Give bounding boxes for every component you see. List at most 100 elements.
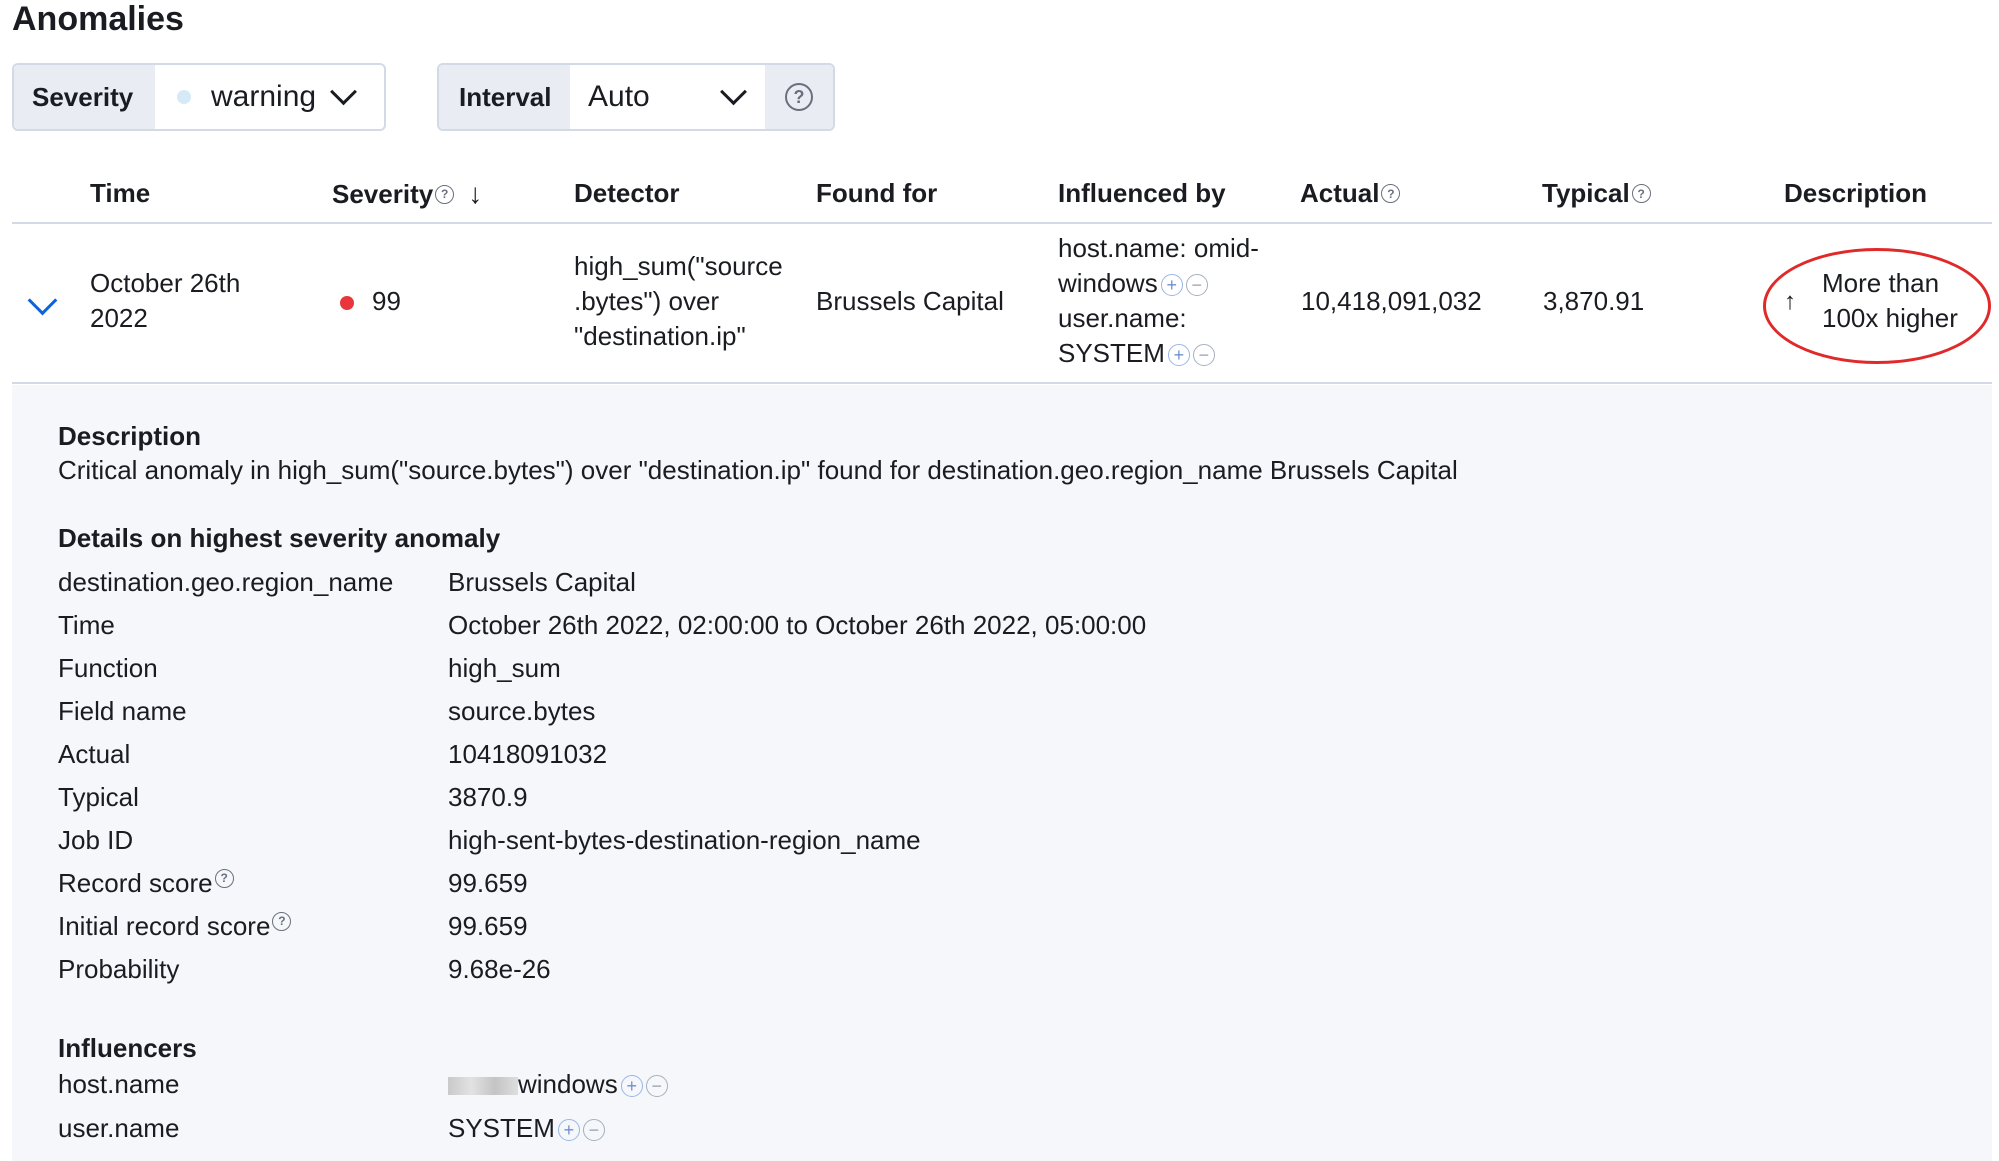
column-header-influenced-by[interactable]: Influenced by xyxy=(1058,178,1226,209)
chevron-down-icon xyxy=(330,77,357,105)
column-header-actual[interactable]: Actual ? xyxy=(1300,178,1401,209)
critical-severity-dot-icon xyxy=(340,296,354,311)
column-header-time[interactable]: Time xyxy=(90,178,150,209)
description-section-title: Description xyxy=(58,421,202,451)
filter-for-value-plus-icon[interactable]: + xyxy=(1167,344,1190,367)
detail-label: Actual xyxy=(58,739,131,769)
redacted-text xyxy=(448,1077,518,1096)
influencer-host-line1: host.name: omid- xyxy=(1058,233,1259,263)
cell-severity: 99 xyxy=(340,284,401,319)
severity-filter-label: Severity xyxy=(14,65,155,129)
influencer-host-line2: windows + − xyxy=(1058,266,1259,301)
cell-typical: 3,870.91 xyxy=(1543,286,1645,316)
severity-select-value: warning xyxy=(211,80,317,113)
severity-filter[interactable]: Severity warning xyxy=(12,63,386,131)
filter-for-value-plus-icon[interactable]: + xyxy=(557,1119,580,1142)
interval-filter-label: Interval xyxy=(439,65,570,129)
cell-found-for: Brussels Capital xyxy=(816,286,1004,316)
detail-label: destination.geo.region_name xyxy=(58,567,394,597)
row-divider xyxy=(12,382,1992,384)
page-title: Anomalies xyxy=(12,0,184,38)
collapse-row-chevron-icon[interactable] xyxy=(27,285,58,316)
detail-value: high_sum xyxy=(448,653,561,683)
sort-descending-icon[interactable]: ↓ xyxy=(468,178,482,210)
detail-value: high-sent-bytes-destination-region_name xyxy=(448,825,921,855)
question-icon: ? xyxy=(1631,184,1651,203)
detail-value: 3870.9 xyxy=(448,782,528,812)
interval-help-button[interactable]: ? xyxy=(765,65,833,129)
influencer-user-value: SYSTEM xyxy=(1058,338,1165,368)
warning-dot-icon xyxy=(177,90,191,104)
column-header-found-for-label: Found for xyxy=(816,178,938,208)
column-header-description[interactable]: Description xyxy=(1784,178,1927,209)
detail-value: 99.659 xyxy=(448,868,528,898)
filter-for-value-plus-icon[interactable]: + xyxy=(620,1075,643,1098)
detail-label: Initial record score xyxy=(58,911,271,941)
detail-label-with-help: Record score? xyxy=(58,868,234,899)
detail-value: 99.659 xyxy=(448,911,528,941)
column-header-detector[interactable]: Detector xyxy=(574,178,679,209)
description-text: Critical anomaly in high_sum("source.byt… xyxy=(58,455,1458,485)
question-icon: ? xyxy=(1381,184,1401,203)
severity-select[interactable]: warning xyxy=(155,65,384,129)
influencers-section-title: Influencers xyxy=(58,1033,197,1063)
detail-label: Time xyxy=(58,610,115,640)
question-icon: ? xyxy=(785,83,813,111)
cell-time: October 26th 2022 xyxy=(90,266,240,336)
cell-time-line2: 2022 xyxy=(90,303,148,333)
cell-severity-value: 99 xyxy=(372,286,401,316)
question-icon: ? xyxy=(435,184,455,204)
influencer-label: user.name xyxy=(58,1113,180,1143)
cell-detector-line3: "destination.ip" xyxy=(574,321,746,351)
detail-label: Field name xyxy=(58,696,187,726)
detail-label: Function xyxy=(58,653,158,683)
detail-label: Probability xyxy=(58,954,180,984)
cell-detector: high_sum("source .bytes") over "destinat… xyxy=(574,249,783,354)
details-section-title: Details on highest severity anomaly xyxy=(58,523,501,553)
column-header-found-for[interactable]: Found for xyxy=(816,178,937,209)
column-header-description-label: Description xyxy=(1784,178,1928,208)
column-header-influenced-by-label: Influenced by xyxy=(1058,178,1226,208)
question-icon: ? xyxy=(214,868,234,888)
interval-filter[interactable]: Interval Auto ? xyxy=(437,63,835,131)
filter-out-value-minus-icon[interactable]: − xyxy=(582,1119,605,1142)
column-header-severity[interactable]: Severity ? ↓ xyxy=(332,178,482,210)
cell-actual: 10,418,091,032 xyxy=(1301,286,1482,316)
detail-label: Job ID xyxy=(58,825,134,855)
cell-detector-line2: .bytes") over xyxy=(574,286,720,316)
interval-select-value: Auto xyxy=(588,80,650,113)
detail-value: 9.68e-26 xyxy=(448,954,551,984)
influencer-user-line2: SYSTEM + − xyxy=(1058,336,1259,371)
interval-select[interactable]: Auto xyxy=(570,65,765,129)
detail-label: Record score xyxy=(58,868,213,898)
influencer-label: host.name xyxy=(58,1069,180,1099)
influencer-host-value: windows xyxy=(1058,268,1158,298)
filter-out-value-minus-icon[interactable]: − xyxy=(1185,274,1208,297)
cell-detector-line1: high_sum("source xyxy=(574,251,783,281)
red-circle-annotation xyxy=(1763,248,1991,364)
cell-influenced-by: host.name: omid- windows + − user.name: SY… xyxy=(1058,231,1259,371)
influencer-value: SYSTEM xyxy=(448,1113,555,1143)
column-header-severity-label: Severity xyxy=(332,178,434,209)
expanded-row-panel: Description Critical anomaly in high_sum… xyxy=(12,385,1992,1161)
detail-label: Typical xyxy=(58,782,139,812)
filter-out-value-minus-icon[interactable]: − xyxy=(645,1075,668,1098)
detail-value: Brussels Capital xyxy=(448,567,636,597)
column-header-typical[interactable]: Typical ? xyxy=(1542,178,1651,209)
detail-value: source.bytes xyxy=(448,696,596,726)
detail-value: October 26th 2022, 02:00:00 to October 2… xyxy=(448,610,1147,640)
influencer-value-row: SYSTEM + − xyxy=(448,1113,605,1144)
column-header-typical-label: Typical xyxy=(1542,178,1630,208)
chevron-down-icon xyxy=(720,77,747,105)
detail-value: 10418091032 xyxy=(448,739,608,769)
question-icon: ? xyxy=(272,911,292,931)
column-header-actual-label: Actual xyxy=(1300,178,1380,208)
column-header-time-label: Time xyxy=(90,178,151,208)
filter-for-value-plus-icon[interactable]: + xyxy=(1160,274,1183,297)
detail-label-with-help: Initial record score? xyxy=(58,911,292,942)
cell-time-line1: October 26th xyxy=(90,268,241,298)
influencer-value: windows xyxy=(518,1069,618,1099)
influencer-value-row: windows + − xyxy=(448,1069,668,1100)
influencer-user-line1: user.name: xyxy=(1058,303,1187,333)
filter-out-value-minus-icon[interactable]: − xyxy=(1192,344,1215,367)
